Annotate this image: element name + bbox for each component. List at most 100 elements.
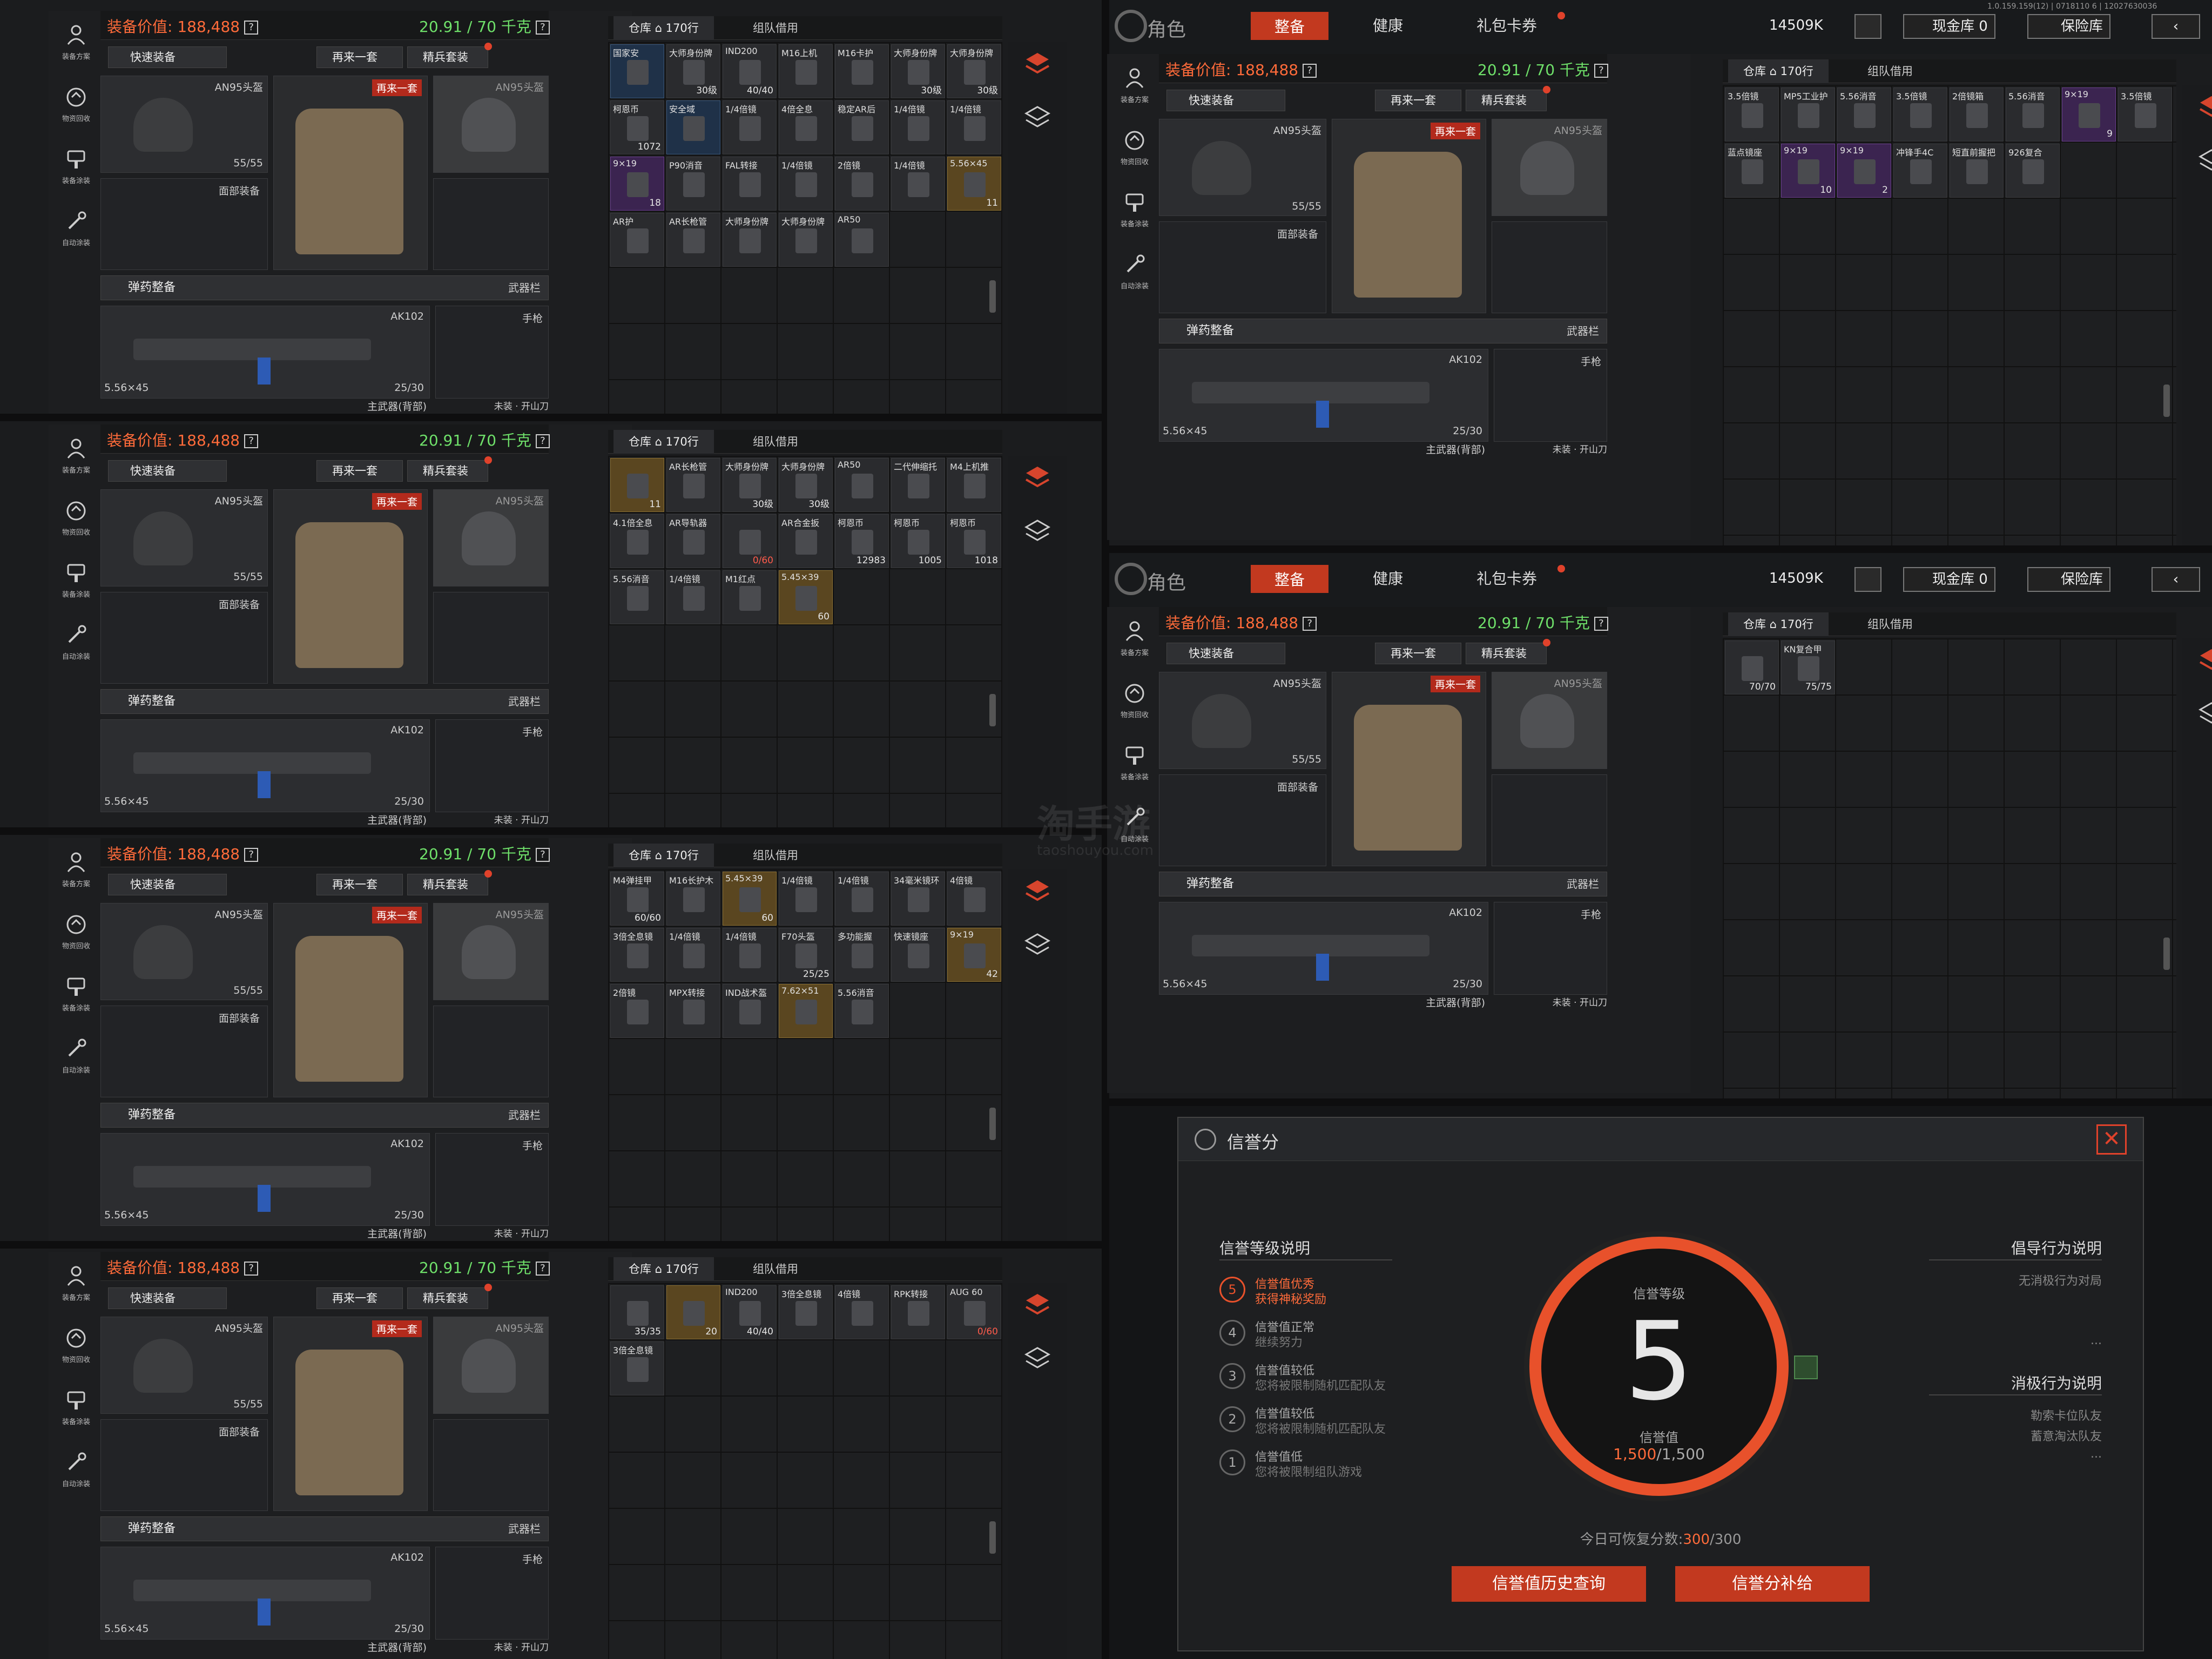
stack-icon[interactable] [1021,1343,1054,1376]
inventory-item[interactable]: 4倍镜 [835,1285,889,1339]
vest-slot[interactable]: 再来一套 [273,1317,428,1511]
side-button-1[interactable]: 装备方案 [56,16,96,86]
inventory-item[interactable]: 二代伸缩托 [891,458,945,512]
inventory-item[interactable]: 大师身份牌 30级 [891,44,945,98]
inventory-item[interactable]: AR导轨器 [666,514,720,568]
primary-weapon-slot[interactable]: AK102 5.56×45 25/30 [1159,902,1488,995]
inventory-item[interactable]: AR50 [835,458,889,512]
primary-weapon-slot[interactable]: AK102 5.56×45 25/30 [100,306,430,399]
pistol-slot[interactable]: 手枪 [435,719,549,812]
inventory-item[interactable]: 3倍全息镜 [610,1341,664,1395]
inventory-item[interactable]: MPX转接 [666,984,720,1038]
inventory-item[interactable]: 3.5倍镜 [1893,87,1947,141]
elite-set-button[interactable]: 精兵套装 [407,1284,492,1309]
helmet-slot[interactable]: AN95头盔 55/55 [1159,119,1326,216]
inventory-item[interactable]: M1红点 [723,570,777,624]
sort-icon[interactable] [1021,461,1054,495]
tab-warehouse[interactable]: 仓库 ⌂ 170行 [613,16,714,40]
inventory-item[interactable]: 安全域 [666,100,720,154]
inventory-item[interactable]: 9×19 42 [947,928,1001,982]
side-button-2[interactable]: 物资回收 [56,906,96,976]
inventory-item[interactable]: 70/70 [1725,640,1779,694]
inventory-item[interactable]: 大师身份牌 30级 [779,458,833,512]
inventory-item[interactable]: FAL转接 [723,157,777,211]
again-button[interactable]: 再来一套 [1375,643,1461,664]
inventory-item[interactable]: AUG 60 0/60 [947,1285,1001,1339]
elite-set-button[interactable]: 精兵套装 [407,43,492,68]
tab-gift-card[interactable]: 礼包卡券 [1476,567,1537,589]
close-icon[interactable]: ✕ [2096,1124,2127,1155]
side-button-4[interactable]: 自动涂装 [56,616,96,686]
elite-set-button[interactable]: 精兵套装 [1466,86,1550,111]
inventory-item[interactable]: 蓝点镜座 [1725,144,1779,198]
inventory-item[interactable]: 柯恩币 1072 [610,100,664,154]
side-button-4[interactable]: 自动涂装 [56,203,96,273]
inventory-item[interactable]: 快速镜座 [891,928,945,982]
ammo-sort-button[interactable]: 弹药整备 武器栏 [100,689,549,714]
tab-warehouse[interactable]: 仓库 ⌂ 170行 [613,430,714,454]
side-button-2[interactable]: 物资回收 [56,78,96,149]
helmet-slot-secondary[interactable]: AN95头盔 [433,489,549,586]
inventory-item[interactable]: AR50 [835,213,889,267]
help-icon[interactable]: ? [1594,64,1608,78]
inventory-item[interactable]: 1/4倍镜 [835,872,889,926]
backpack-slot[interactable] [433,178,549,270]
inventory-item[interactable]: 1/4倍镜 [723,100,777,154]
inventory-item[interactable]: 大师身份牌 [723,213,777,267]
inventory-item[interactable]: M4上机推 [947,458,1001,512]
inventory-item[interactable]: 短直前握把 [1950,144,2004,198]
side-button-4[interactable]: 自动涂装 [56,1444,96,1514]
inventory-item[interactable]: 大师身份牌 30级 [723,458,777,512]
back-button[interactable]: ‹ [2152,567,2200,592]
inventory-item[interactable]: 1/4倍镜 [723,928,777,982]
inventory-item[interactable]: 9×19 9 [2062,87,2116,141]
helmet-slot-secondary[interactable]: AN95头盔 [1492,119,1607,216]
vest-slot[interactable]: 再来一套 [1332,119,1486,313]
again-button[interactable]: 再来一套 [316,1287,403,1309]
pistol-slot[interactable]: 手枪 [435,306,549,399]
inventory-item[interactable]: 3.5倍镜 [2118,87,2172,141]
quick-equip-button[interactable]: 快速装备 [1166,90,1285,111]
tab-team-borrow[interactable]: 组队借用 [1852,59,1928,83]
tab-health[interactable]: 健康 [1373,14,1403,36]
inventory-item[interactable]: P90消音 [666,157,720,211]
inventory-item[interactable]: 4倍全息 [779,100,833,154]
face-slot[interactable]: 面部装备 [100,592,268,684]
help-icon[interactable]: ? [244,1262,259,1276]
side-button-3[interactable]: 装备涂装 [56,1381,96,1452]
profile-icon[interactable] [1854,567,1881,592]
sort-icon[interactable] [1021,875,1054,908]
ammo-sort-button[interactable]: 弹药整备 武器栏 [1159,872,1607,896]
side-button-2[interactable]: 物资回收 [56,492,96,562]
primary-weapon-slot[interactable]: AK102 5.56×45 25/30 [100,1547,430,1640]
inventory-item[interactable]: 稳定AR后 [835,100,889,154]
scrollbar[interactable] [2163,938,2170,970]
help-icon[interactable]: ? [1303,64,1317,78]
ammo-sort-button[interactable]: 弹药整备 武器栏 [100,1103,549,1128]
help-icon[interactable]: ? [535,848,550,862]
helmet-slot-secondary[interactable]: AN95头盔 [1492,672,1607,769]
tab-team-borrow[interactable]: 组队借用 [738,844,813,867]
inventory-item[interactable]: MP5工业护 [1781,87,1835,141]
inventory-item[interactable]: M16长护木 [666,872,720,926]
inventory-item[interactable]: 大师身份牌 [779,213,833,267]
inventory-item[interactable]: 9×19 18 [610,157,664,211]
side-button-1[interactable]: 装备方案 [56,844,96,914]
helmet-slot-secondary[interactable]: AN95头盔 [433,76,549,173]
inventory-item[interactable]: 5.56消音 [2006,87,2060,141]
inventory-item[interactable]: 7.62×51 [779,984,833,1038]
tab-warehouse[interactable]: 仓库 ⌂ 170行 [613,1257,714,1281]
again-button[interactable]: 再来一套 [316,46,403,68]
pistol-slot[interactable]: 手枪 [435,1133,549,1226]
scrollbar[interactable] [989,1521,996,1554]
help-icon[interactable]: ? [244,434,259,448]
inventory-item[interactable]: 3倍全息镜 [610,928,664,982]
inventory-item[interactable]: AR长枪管 [666,213,720,267]
vest-slot[interactable]: 再来一套 [273,489,428,684]
side-button-3[interactable]: 装备涂装 [1115,184,1155,254]
face-slot[interactable]: 面部装备 [1159,221,1326,313]
inventory-item[interactable]: IND200 40/40 [723,44,777,98]
inventory-item[interactable]: 多功能握 [835,928,889,982]
helmet-slot[interactable]: AN95头盔 55/55 [100,489,268,586]
inventory-item[interactable]: 20 [666,1285,720,1339]
